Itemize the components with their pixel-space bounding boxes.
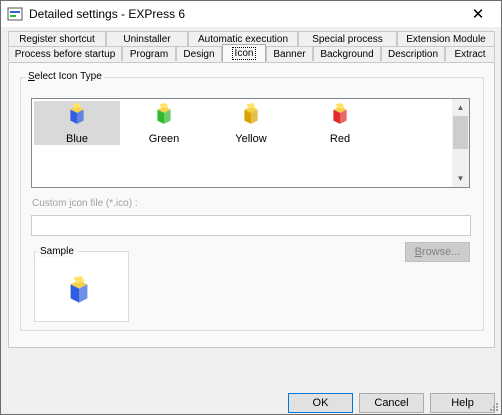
custom-icon-file-input[interactable] — [31, 215, 471, 236]
icon-option-label: Yellow — [235, 133, 267, 145]
ok-button[interactable]: OK — [288, 393, 353, 413]
sample-box-icon — [70, 276, 88, 303]
tab-special-process[interactable]: Special process — [298, 31, 397, 46]
icon-option-label: Blue — [65, 133, 89, 145]
custom-icon-file-label: Custom icon file (*.ico) : — [32, 198, 138, 209]
tab-process-before-startup[interactable]: Process before startup — [8, 46, 122, 61]
select-icon-type-label: Select Icon Type — [26, 71, 104, 82]
icon-option-blue[interactable]: Blue — [34, 101, 120, 145]
tab-icon[interactable]: Icon — [222, 44, 266, 62]
icon-type-list[interactable]: Blue Green Yellow Red ▲ ▼ — [31, 98, 470, 188]
tab-background[interactable]: Background — [313, 46, 381, 61]
scroll-down-icon[interactable]: ▼ — [452, 170, 469, 187]
scroll-up-icon[interactable]: ▲ — [452, 99, 469, 116]
cancel-button[interactable]: Cancel — [359, 393, 424, 413]
tab-banner[interactable]: Banner — [266, 46, 313, 61]
icon-list-scrollbar[interactable]: ▲ ▼ — [452, 99, 469, 187]
scroll-thumb[interactable] — [453, 116, 468, 149]
app-icon — [7, 7, 23, 21]
tab-extension-module[interactable]: Extension Module — [397, 31, 495, 46]
help-button[interactable]: Help — [430, 393, 495, 413]
icon-option-label: Green — [148, 133, 180, 145]
close-icon[interactable]: ✕ — [455, 1, 501, 27]
box-green-icon — [157, 103, 171, 124]
dialog-window: Detailed settings - EXPress 6 ✕ Register… — [0, 0, 502, 415]
tab-program[interactable]: Program — [122, 46, 176, 61]
tab-uninstaller[interactable]: Uninstaller — [106, 31, 188, 46]
tab-design[interactable]: Design — [176, 46, 222, 61]
box-red-icon — [333, 103, 347, 124]
icon-option-label: Red — [329, 133, 351, 145]
title-bar[interactable]: Detailed settings - EXPress 6 ✕ — [1, 1, 501, 27]
icon-option-red[interactable]: Red — [297, 101, 383, 145]
browse-button[interactable]: Browse... — [405, 242, 470, 262]
tab-extract[interactable]: Extract — [445, 46, 495, 61]
tab-register-shortcut[interactable]: Register shortcut — [8, 31, 106, 46]
icon-option-green[interactable]: Green — [121, 101, 207, 145]
sample-label: Sample — [37, 246, 77, 257]
tab-description[interactable]: Description — [381, 46, 445, 61]
box-blue-icon — [70, 103, 84, 124]
icon-option-yellow[interactable]: Yellow — [208, 101, 294, 145]
resize-grip-icon[interactable] — [489, 402, 499, 412]
box-yellow-icon — [244, 103, 258, 124]
window-title: Detailed settings - EXPress 6 — [29, 7, 186, 21]
